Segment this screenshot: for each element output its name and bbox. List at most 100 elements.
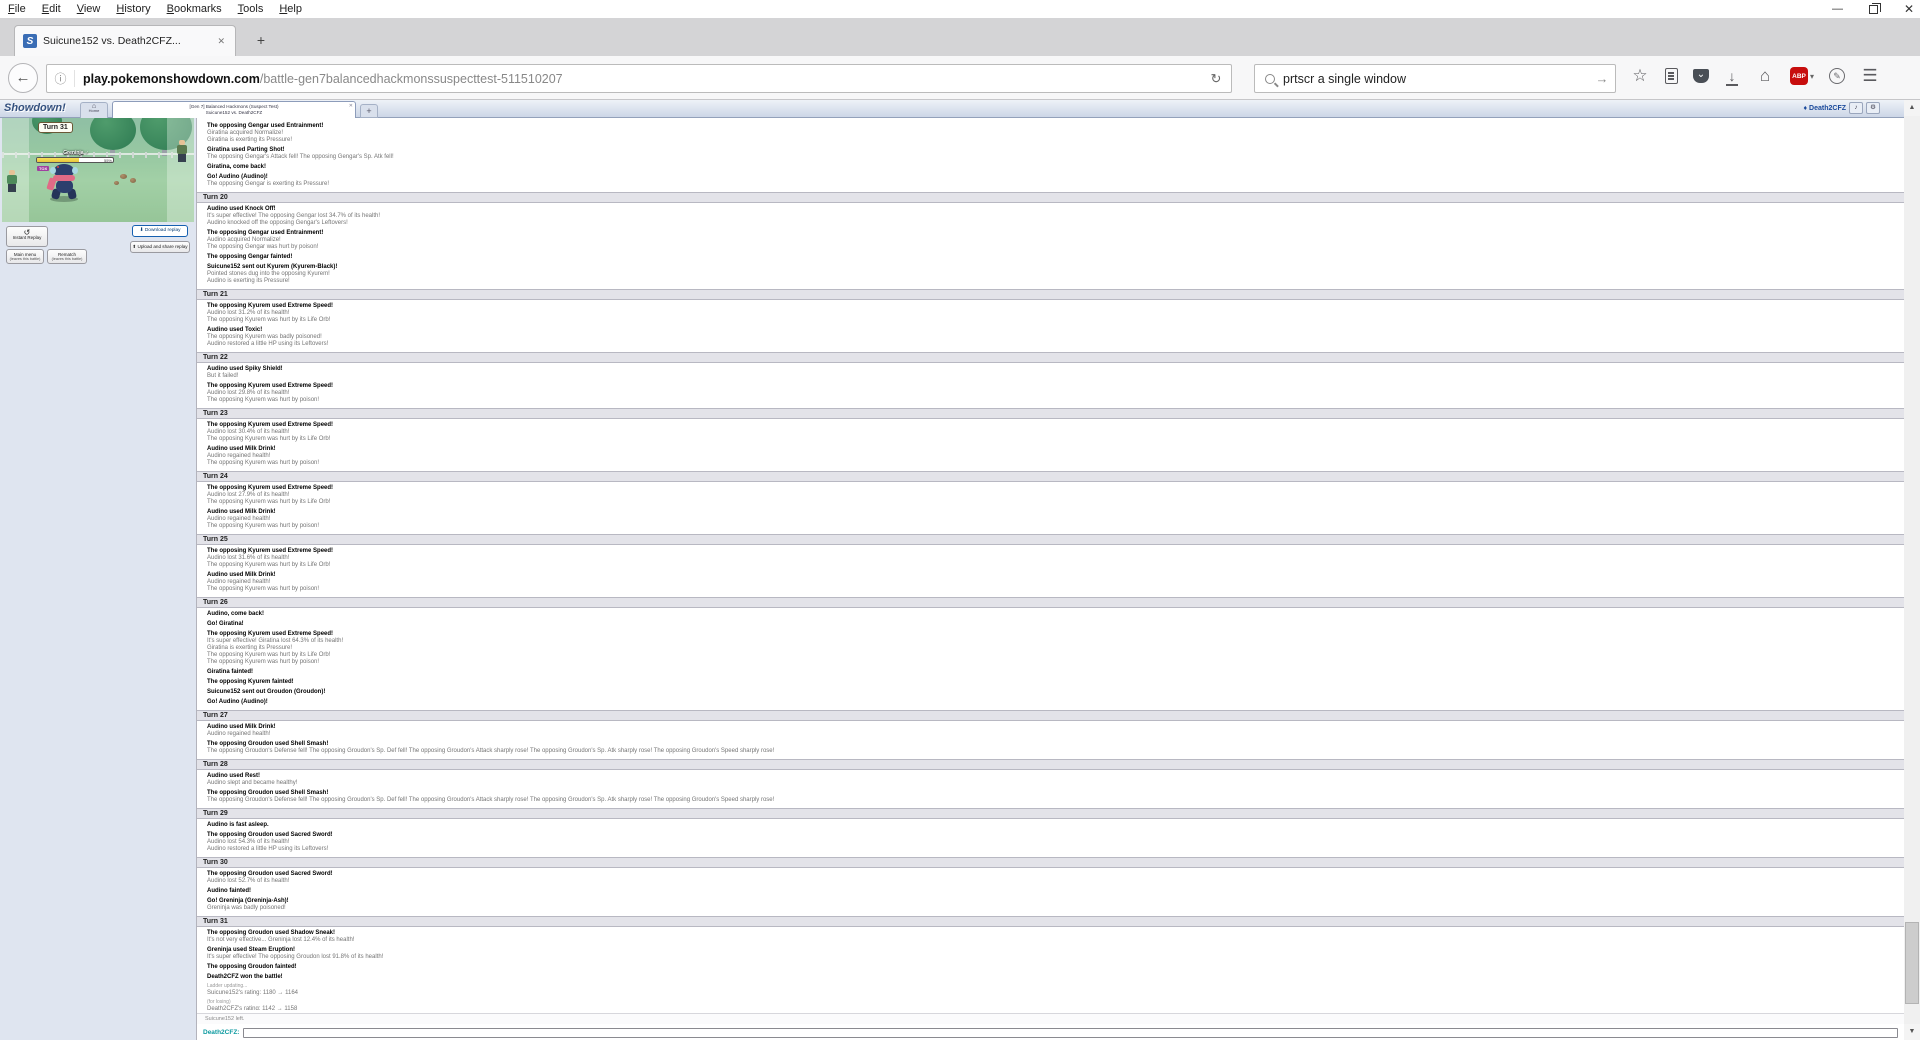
battle-scene: Greninja ♂ 55% TOX Turn 31 — [2, 118, 194, 222]
log-line: The opposing Groudon used Sacred Sword! — [207, 871, 333, 877]
menu-edit[interactable]: Edit — [34, 2, 69, 16]
log-line: Audino lost 52.7% of its health! — [207, 878, 290, 884]
log-line: Audino lost 29.8% of its health! — [207, 390, 290, 396]
log-line: The opposing Kyurem was hurt by poison! — [207, 586, 320, 592]
turn-header: Turn 21 — [197, 289, 1904, 300]
hp-fill — [37, 158, 79, 162]
home-icon[interactable]: ⌂ — [1755, 66, 1775, 86]
showdown-new-tab-button[interactable]: + — [360, 104, 378, 118]
scroll-down-icon[interactable]: ▼ — [1904, 1024, 1920, 1040]
log-line: Giratina is exerting its Pressure! — [207, 137, 293, 143]
extension-globe-icon[interactable]: ✎ — [1829, 68, 1846, 84]
log-line: The opposing Gengar was hurt by poison! — [207, 244, 319, 250]
search-go-icon[interactable]: → — [1589, 71, 1615, 86]
log-line: The opposing Kyurem used Extreme Speed! — [207, 631, 334, 637]
rematch-button[interactable]: Rematch (leaves this battle) — [47, 249, 87, 264]
url-path: /battle-gen7balancedhackmonssuspecttest-… — [259, 71, 563, 86]
new-tab-button[interactable]: + — [248, 30, 274, 52]
scrollbar-thumb[interactable] — [1905, 922, 1919, 1004]
battle-tab-close-icon[interactable]: ✕ — [349, 103, 353, 109]
log-line: Audino lost 54.3% of its health! — [207, 839, 290, 845]
page-scrollbar[interactable]: ▲ ▼ — [1904, 100, 1920, 1040]
browser-tab[interactable]: S Suicune152 vs. Death2CFZ... ✕ — [14, 25, 236, 56]
main-menu-button[interactable]: Main menu (leaves this battle) — [6, 249, 44, 264]
log-line: Death2CFZ's rating: 1142 → 1158 — [207, 1006, 298, 1010]
rock — [114, 181, 119, 185]
adblock-plus-button[interactable]: ABP ▾ — [1790, 67, 1814, 85]
hamburger-menu-icon[interactable]: ☰ — [1860, 66, 1880, 86]
log-line: Audino used Knock Off! — [207, 206, 276, 212]
showdown-header: Showdown! ⌂ Home [Gen 7] Balanced Hackmo… — [0, 100, 1904, 118]
log-line: Greninja used Steam Eruption! — [207, 947, 296, 953]
download-icon: ⬇ — [139, 228, 144, 233]
download-replay-label: Download replay — [144, 228, 181, 233]
log-line: It's super effective! The opposing Groud… — [207, 954, 384, 960]
turn-header: Turn 27 — [197, 710, 1904, 721]
upload-icon: ⬆ — [132, 244, 137, 249]
log-line: Audino restored a little HP using its Le… — [207, 846, 329, 852]
log-line: The opposing Kyurem was hurt by its Life… — [207, 317, 331, 323]
log-line: The opposing Kyurem used Extreme Speed! — [207, 303, 334, 309]
log-line: Greninja was badly poisoned! — [207, 905, 286, 911]
chat-input[interactable] — [243, 1027, 1898, 1038]
username-link[interactable]: ♦ Death2CFZ — [1804, 105, 1846, 112]
navigation-toolbar: ← ⓘ play.pokemonshowdown.com/battle-gen7… — [0, 56, 1920, 100]
battle-log[interactable]: The opposing Gengar used Entrainment! Gir… — [197, 118, 1904, 1010]
turn-header: Turn 30 — [197, 857, 1904, 868]
tab-close-icon[interactable]: ✕ — [215, 36, 227, 47]
bookmark-star-icon[interactable]: ☆ — [1630, 66, 1650, 86]
sprite-head-bump — [72, 167, 78, 174]
menu-view[interactable]: View — [69, 2, 109, 16]
sound-button[interactable]: ♪ — [1849, 102, 1863, 114]
search-input[interactable] — [1283, 71, 1589, 86]
menu-bookmarks[interactable]: Bookmarks — [159, 2, 230, 16]
back-button[interactable]: ← — [8, 63, 38, 93]
log-line: The opposing Groudon's Defense fell! The… — [207, 748, 775, 754]
downloads-icon[interactable]: ↓ — [1724, 68, 1740, 86]
log-line: Audino regained health! — [207, 579, 271, 585]
menu-tools[interactable]: Tools — [230, 2, 272, 16]
menu-history[interactable]: History — [108, 2, 158, 16]
instant-replay-button[interactable]: ↺ Instant Replay — [6, 226, 48, 247]
restore-button[interactable] — [1868, 2, 1881, 14]
log-line: Audino, come back! — [207, 611, 265, 617]
download-replay-button[interactable]: ⬇ Download replay — [132, 225, 188, 237]
pocket-icon[interactable]: ⌄ — [1693, 69, 1709, 83]
rematch-sub: (leaves this battle) — [51, 257, 83, 261]
upload-replay-label: Upload and share replay — [137, 244, 188, 249]
log-line: Giratina, come back! — [207, 164, 267, 170]
log-line: The opposing Kyurem was hurt by its Life… — [207, 436, 331, 442]
site-info-icon[interactable]: ⓘ — [47, 70, 75, 87]
settings-gear-button[interactable]: ⚙ — [1866, 102, 1880, 114]
menu-help[interactable]: Help — [271, 2, 310, 16]
reload-icon[interactable]: ↻ — [1201, 71, 1231, 87]
log-line: Suicune152 sent out Kyurem (Kyurem-Black… — [207, 264, 338, 270]
showdown-logo: Showdown! — [4, 102, 66, 114]
showdown-home-tab[interactable]: ⌂ Home — [80, 102, 108, 118]
turn-header: Turn 26 — [197, 597, 1904, 608]
minimize-button[interactable]: — — [1832, 3, 1843, 15]
window-controls: — ✕ — [1832, 2, 1914, 16]
turn-header: Turn 22 — [197, 352, 1904, 363]
close-window-button[interactable]: ✕ — [1904, 2, 1914, 16]
upload-replay-button[interactable]: ⬆ Upload and share replay — [130, 241, 190, 253]
log-line: The opposing Groudon used Sacred Sword! — [207, 832, 333, 838]
log-line: Go! Audino (Audino)! — [207, 174, 268, 180]
battle-tab-line2: Suicune152 vs. Death2CFZ — [205, 110, 263, 115]
log-line: Audino lost 27.9% of its health! — [207, 492, 290, 498]
status-badge: TOX — [37, 166, 50, 171]
log-line: The opposing Gengar used Entrainment! — [207, 123, 324, 129]
log-line: Giratina fainted! — [207, 669, 254, 675]
log-line: The opposing Kyurem was hurt by poison! — [207, 523, 320, 529]
trainer-legs — [8, 184, 16, 192]
turn-header: Turn 25 — [197, 534, 1904, 545]
search-bar[interactable]: → — [1254, 64, 1616, 93]
log-line: Audino regained health! — [207, 516, 271, 522]
url-text[interactable]: play.pokemonshowdown.com/battle-gen7bala… — [75, 72, 1201, 86]
showdown-battle-tab[interactable]: [Gen 7] Balanced Hackmons (Suspect Test)… — [112, 101, 356, 118]
scroll-up-icon[interactable]: ▲ — [1904, 100, 1920, 116]
log-line: Giratina is exerting its Pressure! — [207, 645, 293, 651]
url-bar[interactable]: ⓘ play.pokemonshowdown.com/battle-gen7ba… — [46, 64, 1232, 93]
menu-file[interactable]: File — [0, 2, 34, 16]
reading-list-icon[interactable] — [1665, 68, 1678, 84]
